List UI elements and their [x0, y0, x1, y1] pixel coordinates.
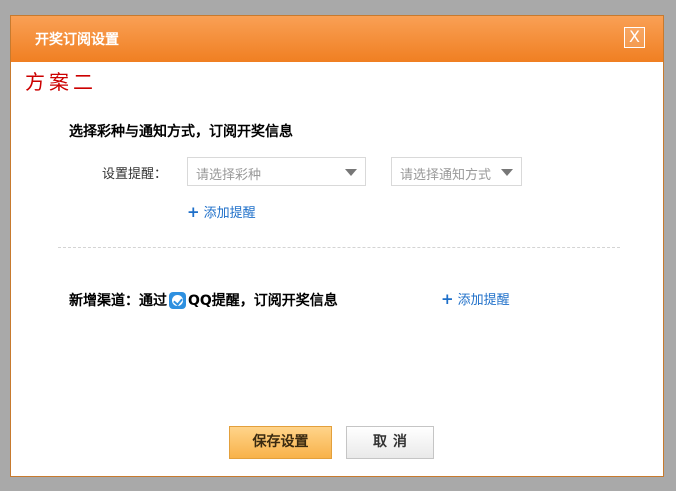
qq-icon [169, 291, 186, 309]
add-reminder-label: 添加提醒 [203, 206, 256, 221]
channel-suffix: QQ提醒，订阅开奖信息 [188, 293, 338, 309]
section-heading: 选择彩种与通知方式，订阅开奖信息 [69, 124, 293, 140]
cancel-button[interactable]: 取消 [346, 426, 434, 459]
dashed-divider [58, 247, 620, 248]
add-reminder-link[interactable]: + 添加提醒 [187, 202, 256, 221]
add-qq-reminder-link[interactable]: + 添加提醒 [441, 289, 510, 308]
chevron-down-icon [345, 169, 357, 176]
dialog-title: 开奖订阅设置 [35, 32, 119, 48]
remind-label: 设置提醒： [102, 167, 168, 182]
qq-channel-line: 新增渠道：通过 QQ提醒，订阅开奖信息 [69, 290, 338, 310]
save-button[interactable]: 保存设置 [229, 426, 332, 459]
add-reminder-label: 添加提醒 [457, 293, 510, 308]
chevron-down-icon [501, 169, 513, 176]
lottery-select[interactable]: 请选择彩种 [187, 157, 366, 186]
plus-icon: + [187, 203, 200, 221]
notify-method-select[interactable]: 请选择通知方式 [391, 157, 522, 186]
plan-title: 方案二 [25, 70, 97, 94]
notify-select-placeholder: 请选择通知方式 [400, 168, 492, 183]
subscription-dialog: 开奖订阅设置 X 方案二 选择彩种与通知方式，订阅开奖信息 设置提醒： 请选择彩… [10, 15, 664, 477]
channel-prefix: 新增渠道：通过 [69, 293, 167, 309]
lottery-select-placeholder: 请选择彩种 [196, 168, 262, 183]
close-icon[interactable]: X [624, 27, 645, 48]
dialog-titlebar: 开奖订阅设置 X [11, 16, 663, 62]
plus-icon: + [441, 290, 454, 308]
